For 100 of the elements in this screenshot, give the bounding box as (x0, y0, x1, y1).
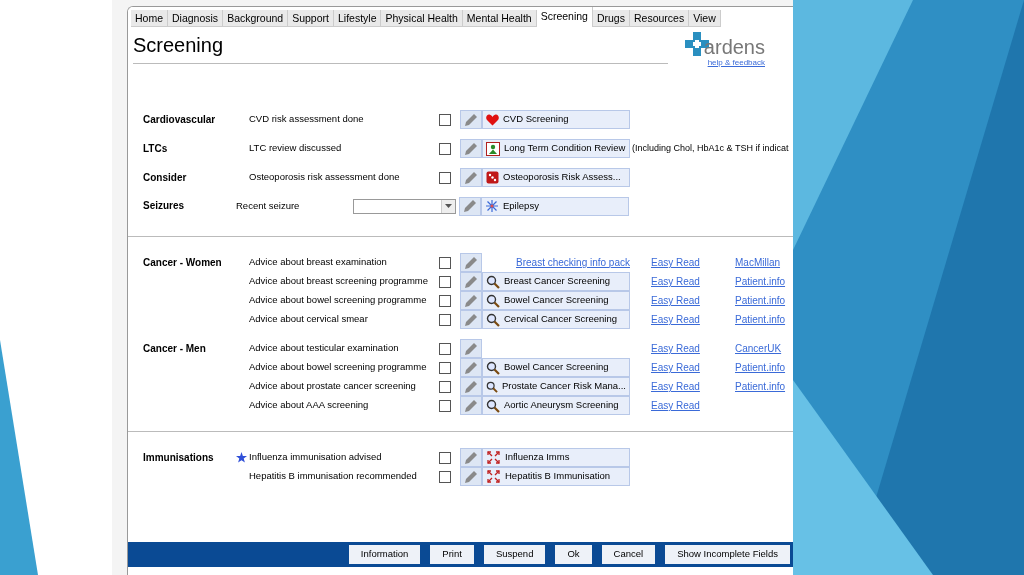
footer-button[interactable]: Suspend (483, 545, 546, 564)
search-icon (486, 398, 500, 413)
help-link[interactable]: help & feedback (707, 57, 765, 69)
tab[interactable]: Mental Health (462, 10, 537, 27)
checkbox[interactable] (439, 113, 451, 126)
row-text: Hepatitis B immunisation recommended (249, 469, 417, 484)
template-button[interactable]: Bowel Cancer Screening (482, 291, 630, 310)
footer-button[interactable]: Print (430, 545, 474, 564)
pencil-icon (464, 293, 478, 308)
resource-link[interactable]: CancerUK (735, 341, 782, 356)
checkbox[interactable] (439, 171, 451, 184)
info-link[interactable]: Breast checking info pack (516, 255, 630, 270)
tab[interactable]: Resources (629, 10, 690, 27)
easy-read-link[interactable]: Easy Read (651, 256, 700, 268)
search-icon (486, 312, 500, 327)
easy-read-link[interactable]: Easy Read (651, 399, 700, 411)
dropdown-field[interactable] (353, 198, 456, 214)
row-text: Advice about testicular examination (249, 341, 399, 356)
footer-button[interactable]: Show Incomplete Fields (665, 545, 790, 564)
checkbox[interactable] (439, 380, 451, 393)
pencil-button[interactable] (460, 139, 482, 158)
pencil-button[interactable] (460, 358, 482, 377)
template-button[interactable]: Prostate Cancer Risk Mana... (482, 377, 630, 396)
heart-icon (486, 113, 499, 126)
checkbox[interactable] (439, 313, 451, 326)
easy-read-link[interactable]: Easy Read (651, 294, 700, 306)
tab[interactable]: Background (223, 10, 289, 27)
logo-text: ardens (703, 37, 765, 57)
resource-link[interactable]: Patient.info (735, 312, 786, 327)
easy-read-link[interactable]: Easy Read (651, 275, 700, 287)
dice-icon (486, 171, 499, 184)
pencil-icon (464, 469, 478, 484)
easy-read-link[interactable]: Easy Read (651, 380, 700, 392)
footer-button[interactable]: Ok (555, 545, 592, 564)
row-text: Advice about bowel screening programme (249, 293, 427, 308)
pencil-button[interactable] (460, 291, 482, 310)
pencil-icon (464, 398, 478, 413)
pencil-icon (464, 112, 478, 127)
page-title: Screening (133, 33, 225, 57)
pencil-button[interactable] (460, 396, 482, 415)
resource-link[interactable]: Patient.info (735, 379, 786, 394)
template-button[interactable]: Osteoporosis Risk Assess... (482, 168, 630, 187)
footer-button[interactable]: Information (348, 545, 421, 564)
pencil-button[interactable] (460, 467, 482, 486)
tab[interactable]: Support (288, 10, 334, 27)
group-label: Immunisations (143, 451, 214, 463)
checkbox[interactable] (439, 142, 451, 155)
search-icon (486, 379, 498, 394)
checkbox[interactable] (439, 256, 451, 269)
tab[interactable]: Physical Health (381, 10, 463, 27)
template-button[interactable]: CVD Screening (482, 110, 630, 129)
easy-read-link[interactable]: Easy Read (651, 361, 700, 373)
row-text: Advice about cervical smear (249, 312, 368, 327)
template-button[interactable]: Aortic Aneurysm Screening (482, 396, 630, 415)
easy-read-link[interactable]: Easy Read (651, 313, 700, 325)
row-text: Advice about breast screening programme (249, 274, 428, 289)
resource-link[interactable]: Patient.info (735, 293, 786, 308)
template-button[interactable]: Long Term Condition Review (482, 139, 630, 158)
template-button[interactable]: Cervical Cancer Screening (482, 310, 630, 329)
checkbox[interactable] (439, 399, 451, 412)
arrows-icon (486, 469, 501, 484)
template-button[interactable]: Epilepsy (481, 196, 629, 216)
template-button[interactable]: Hepatitis B Immunisation (482, 467, 630, 486)
pencil-button[interactable] (460, 339, 482, 358)
row-text: Influenza immunisation advised (249, 450, 382, 465)
resource-link[interactable]: MacMillan (735, 255, 780, 270)
pencil-button[interactable] (460, 377, 482, 396)
tab[interactable]: Lifestyle (333, 10, 382, 27)
checkbox[interactable] (439, 451, 451, 464)
template-button[interactable]: Bowel Cancer Screening (482, 358, 630, 377)
row-text: Advice about bowel screening programme (249, 360, 427, 375)
pencil-button[interactable] (460, 448, 482, 467)
note-text: (Including Chol, HbA1c & TSH if indicat (632, 141, 789, 155)
group-label: Consider (143, 171, 187, 183)
checkbox[interactable] (439, 342, 451, 355)
pencil-button[interactable] (459, 196, 481, 216)
template-button[interactable]: Influenza Imms (482, 448, 630, 467)
checkbox[interactable] (439, 361, 451, 374)
pencil-button[interactable] (460, 168, 482, 187)
pencil-button[interactable] (460, 310, 482, 329)
tab[interactable]: Diagnosis (168, 10, 224, 27)
pencil-button[interactable] (460, 272, 482, 291)
search-icon (486, 293, 500, 308)
resource-link[interactable]: Patient.info (735, 360, 786, 375)
checkbox[interactable] (439, 470, 451, 483)
pencil-icon (464, 170, 478, 185)
tab[interactable]: View (689, 10, 721, 27)
checkbox[interactable] (439, 275, 451, 288)
arrows-icon (486, 450, 501, 465)
search-icon (486, 360, 500, 375)
spark-icon (485, 199, 499, 213)
tab[interactable]: Drugs (592, 10, 630, 27)
tab[interactable]: Home (131, 10, 168, 27)
template-button[interactable]: Breast Cancer Screening (482, 272, 630, 291)
checkbox[interactable] (439, 294, 451, 307)
footer-button[interactable]: Cancel (601, 545, 656, 564)
pencil-button[interactable] (460, 253, 482, 272)
easy-read-link[interactable]: Easy Read (651, 342, 700, 354)
pencil-button[interactable] (460, 110, 482, 129)
resource-link[interactable]: Patient.info (735, 274, 786, 289)
